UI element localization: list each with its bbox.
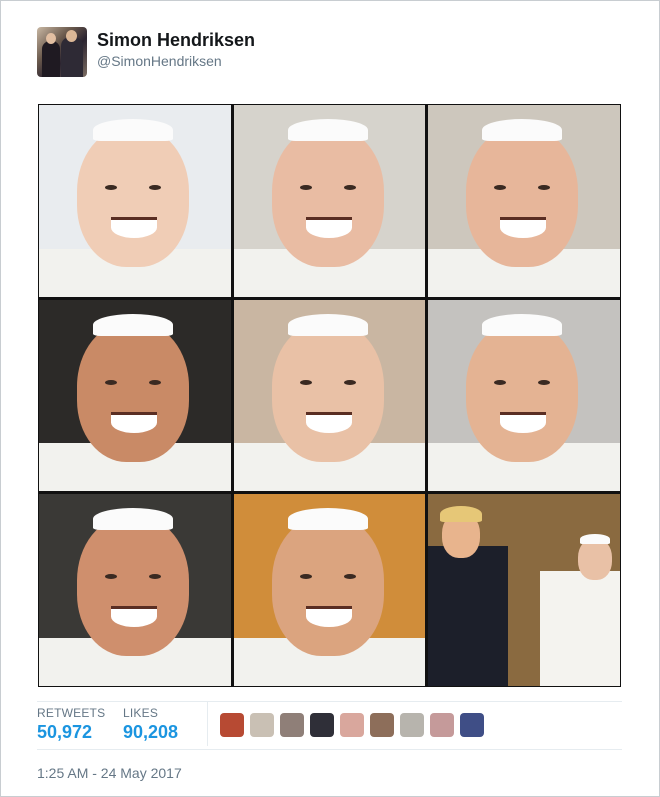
liker-avatar[interactable]	[370, 713, 394, 737]
face-right	[578, 538, 613, 581]
likes-count[interactable]: 90,208	[123, 722, 178, 743]
photo-4[interactable]	[39, 299, 231, 492]
left-eye	[105, 379, 117, 385]
author-handle[interactable]: @SimonHendriksen	[97, 53, 222, 69]
zucchetto	[93, 508, 173, 531]
face	[466, 321, 579, 462]
right-eye	[149, 185, 161, 190]
liker-avatar[interactable]	[460, 713, 484, 737]
zucchetto	[482, 119, 563, 141]
liker-avatar[interactable]	[280, 713, 304, 737]
face	[77, 127, 189, 267]
zucchetto-right	[580, 534, 611, 545]
zucchetto	[287, 313, 368, 336]
zucchetto	[287, 119, 368, 141]
author-name[interactable]: Simon Hendriksen	[97, 30, 255, 51]
right-eye	[343, 379, 356, 385]
photo-5[interactable]	[233, 299, 426, 492]
photo-7[interactable]	[39, 494, 231, 686]
smile	[500, 411, 547, 433]
avatar-face-right	[66, 30, 77, 42]
smile	[500, 217, 547, 238]
liker-avatar[interactable]	[400, 713, 424, 737]
avatar-face-left	[46, 33, 56, 44]
figure-dark-suit	[428, 546, 509, 686]
hair-left	[440, 506, 483, 523]
tweet-timestamp[interactable]: 1:25 AM - 24 May 2017	[37, 765, 182, 781]
liker-avatar[interactable]	[430, 713, 454, 737]
photo-6[interactable]	[428, 299, 620, 492]
face	[271, 127, 384, 267]
left-eye	[299, 379, 312, 385]
stats-top-divider	[37, 701, 622, 702]
right-eye	[149, 379, 161, 385]
face	[77, 321, 189, 462]
likes-label[interactable]: LIKES	[123, 706, 158, 720]
liker-avatar[interactable]	[340, 713, 364, 737]
zucchetto	[482, 313, 563, 336]
photo-3[interactable]	[428, 105, 620, 297]
avatar-figure-right	[61, 37, 83, 77]
stats-separator	[207, 702, 208, 746]
zucchetto	[93, 119, 173, 141]
left-eye	[494, 379, 507, 385]
photo-grid	[38, 104, 621, 687]
retweets-count[interactable]: 50,972	[37, 722, 92, 743]
liker-avatar[interactable]	[250, 713, 274, 737]
avatar-figure-left	[42, 41, 60, 77]
photo-9[interactable]	[428, 494, 620, 686]
face	[466, 127, 579, 267]
smile	[111, 217, 157, 238]
smile	[305, 411, 352, 433]
zucchetto	[287, 508, 368, 531]
photo-2[interactable]	[233, 105, 426, 297]
left-eye	[299, 185, 312, 190]
liker-avatar[interactable]	[220, 713, 244, 737]
face	[271, 516, 384, 657]
retweets-label[interactable]: RETWEETS	[37, 706, 105, 720]
face	[77, 516, 189, 657]
face	[271, 321, 384, 462]
liker-avatar[interactable]	[310, 713, 334, 737]
smile	[305, 217, 352, 238]
right-eye	[343, 185, 356, 190]
photo-8[interactable]	[233, 494, 426, 686]
left-eye	[105, 185, 117, 190]
photo-1[interactable]	[39, 105, 231, 297]
liker-avatars	[220, 713, 484, 737]
zucchetto	[93, 313, 173, 336]
right-eye	[538, 379, 551, 385]
stats-bottom-divider	[37, 749, 622, 750]
figure-white-cassock	[540, 571, 620, 686]
author-avatar[interactable]	[37, 27, 87, 77]
smile	[111, 411, 157, 433]
